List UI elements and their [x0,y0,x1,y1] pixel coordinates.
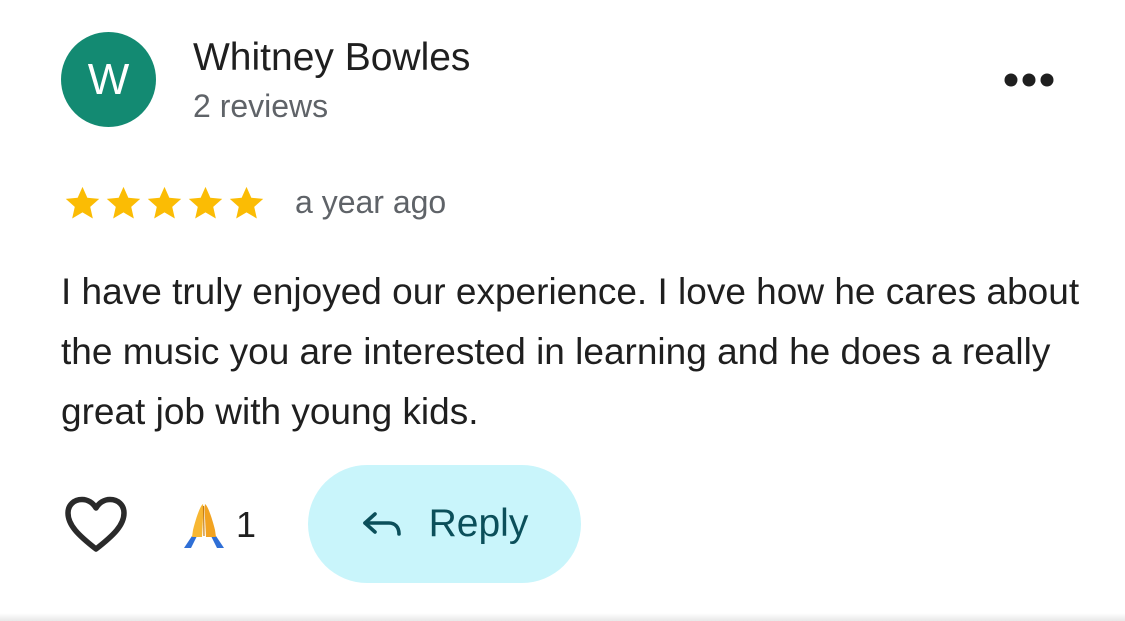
more-options-button[interactable] [999,62,1059,98]
review-card: W Whitney Bowles 2 reviews a year ago I … [0,0,1125,621]
review-text: I have truly enjoyed our experience. I l… [61,271,1080,432]
author-name[interactable]: Whitney Bowles [193,36,470,80]
more-horizontal-icon [1004,73,1054,87]
star-icon [65,186,100,219]
star-icon [147,186,182,219]
star-icon [188,186,223,219]
avatar-letter: W [87,54,130,104]
heart-outline-icon [65,496,127,552]
like-button[interactable] [64,496,128,554]
reply-label: Reply [428,502,529,545]
reaction-summary[interactable]: 1 [178,500,256,550]
card-divider [0,613,1125,621]
reaction-count: 1 [236,504,257,545]
author-avatar[interactable]: W [61,32,156,127]
reply-button[interactable]: Reply [308,465,581,583]
star-icon [229,186,264,219]
author-review-count: 2 reviews [193,88,329,124]
review-time: a year ago [295,184,447,220]
star-rating [62,184,267,222]
reply-arrow-icon [362,512,401,536]
folded-hands-emoji-icon [184,504,224,548]
star-icon [106,186,141,219]
